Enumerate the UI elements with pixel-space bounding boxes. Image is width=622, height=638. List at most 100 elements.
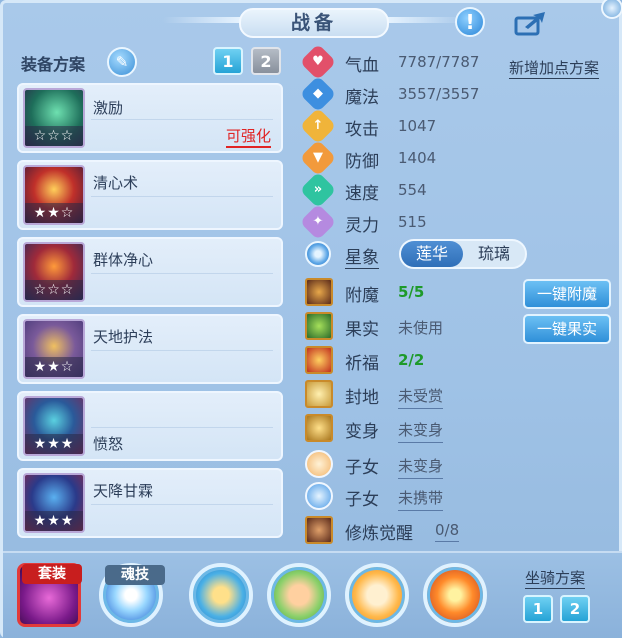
window-title: 战备 bbox=[239, 8, 389, 38]
stat-value: 554 bbox=[398, 181, 427, 199]
skill-stars: ★★☆ bbox=[25, 357, 83, 377]
burst-skill-button[interactable] bbox=[423, 563, 487, 627]
skill-row-fennu[interactable]: ★★★ 愤怒 bbox=[17, 391, 283, 461]
divider bbox=[91, 273, 273, 274]
one-click-enchant-button[interactable]: 一键附魔 bbox=[523, 279, 611, 309]
fruit-icon bbox=[305, 312, 333, 340]
divider bbox=[91, 427, 273, 428]
new-plan-link[interactable]: 新增加点方案 bbox=[509, 57, 600, 79]
stat-row-spirit: ✦ 灵力 515 bbox=[299, 203, 621, 241]
stat-row-mp: ◆ 魔法 3557/3557 bbox=[299, 75, 621, 113]
upgradable-link[interactable]: 可强化 bbox=[225, 125, 271, 148]
enh-value[interactable]: 未携带 bbox=[398, 487, 444, 511]
enh-value: 未使用 bbox=[398, 319, 444, 337]
help-button[interactable]: ! bbox=[455, 7, 485, 37]
edit-plan-button[interactable]: ✎ bbox=[107, 47, 137, 77]
enh-value: 2/2 bbox=[398, 351, 425, 369]
stat-value: 7787/7787 bbox=[398, 53, 480, 71]
enh-value[interactable]: 0/8 bbox=[435, 521, 460, 542]
heart-icon: ♥ bbox=[299, 43, 337, 81]
skill-name: 天降甘霖 bbox=[93, 482, 154, 500]
suit-button[interactable]: 套装 bbox=[17, 563, 82, 627]
fennu-skill-icon: ★★★ bbox=[23, 396, 85, 456]
tianjiang-skill-icon: ★★★ bbox=[23, 473, 85, 533]
toggle-option-lianhua[interactable]: 莲华 bbox=[401, 241, 463, 267]
palm-skill-button[interactable] bbox=[345, 563, 409, 627]
spirit-icon: ✦ bbox=[299, 203, 337, 241]
skill-name: 清心术 bbox=[93, 174, 139, 192]
share-button[interactable] bbox=[513, 9, 547, 37]
corner-ornament bbox=[601, 0, 622, 19]
mount-plan-label[interactable]: 坐骑方案 bbox=[525, 567, 586, 589]
enh-value: 5/5 bbox=[398, 283, 425, 301]
mount-plan-1-button[interactable]: 1 bbox=[523, 595, 553, 623]
pencil-icon: ✎ bbox=[115, 53, 129, 71]
xingxiang-toggle[interactable]: 莲华 琉璃 bbox=[399, 239, 527, 269]
share-icon bbox=[514, 12, 545, 36]
skill-stars: ★★★ bbox=[25, 511, 83, 531]
bottom-bar: 套装 魂技 坐骑方案 1 2 bbox=[3, 551, 622, 638]
skill-name: 群体净心 bbox=[93, 251, 154, 269]
enh-label: 封地 bbox=[345, 388, 379, 408]
transform-icon bbox=[305, 414, 333, 442]
xingxiang-label[interactable]: 星象 bbox=[345, 243, 379, 269]
qingxin-skill-icon: ★★☆ bbox=[23, 165, 85, 225]
blessing-icon bbox=[305, 346, 333, 374]
stat-label: 灵力 bbox=[345, 216, 379, 236]
stat-value: 1047 bbox=[398, 117, 437, 135]
stat-label: 攻击 bbox=[345, 120, 379, 140]
cultivation-icon bbox=[305, 516, 333, 544]
enh-value[interactable]: 未变身 bbox=[398, 455, 444, 479]
skill-list: ☆☆☆ 激励 可强化 ★★☆ 清心术 ☆☆☆ 群体净心 ★★☆ 天地护法 ★★★… bbox=[17, 83, 285, 545]
mount-plan-2-button[interactable]: 2 bbox=[560, 595, 590, 623]
divider bbox=[91, 350, 273, 351]
child-icon bbox=[305, 450, 333, 478]
xingxiang-row: 星象 莲华 琉璃 bbox=[301, 239, 621, 269]
stat-label: 魔法 bbox=[345, 88, 379, 108]
suit-label: 套装 bbox=[22, 564, 82, 584]
stat-value: 1404 bbox=[398, 149, 437, 167]
toggle-option-liuli[interactable]: 琉璃 bbox=[463, 241, 525, 267]
enh-value[interactable]: 未受赏 bbox=[398, 385, 444, 409]
soul-skill-label: 魂技 bbox=[105, 565, 165, 585]
stat-value: 515 bbox=[398, 213, 427, 231]
shield-icon: ▼ bbox=[299, 139, 337, 177]
stat-label: 防御 bbox=[345, 152, 379, 172]
skill-name: 愤怒 bbox=[93, 435, 124, 453]
dancer-skill-button[interactable] bbox=[189, 563, 253, 627]
skill-row-jili[interactable]: ☆☆☆ 激励 可强化 bbox=[17, 83, 283, 153]
stat-label: 速度 bbox=[345, 184, 379, 204]
stat-row-atk: ↑ 攻击 1047 bbox=[299, 107, 621, 145]
one-click-fruit-button[interactable]: 一键果实 bbox=[523, 314, 611, 344]
skill-row-qingxin[interactable]: ★★☆ 清心术 bbox=[17, 160, 283, 230]
equip-plan-1-button[interactable]: 1 bbox=[213, 47, 243, 75]
title-ornament-right bbox=[385, 17, 465, 23]
enh-row-bianshen: 变身 未变身 bbox=[301, 413, 621, 443]
skill-row-qunti[interactable]: ☆☆☆ 群体净心 bbox=[17, 237, 283, 307]
equip-plan-2-button[interactable]: 2 bbox=[251, 47, 281, 75]
divider bbox=[91, 196, 273, 197]
enh-label: 变身 bbox=[345, 422, 379, 442]
enh-label: 子女 bbox=[345, 458, 379, 478]
star-compass-icon bbox=[305, 241, 331, 267]
hand-skill-button[interactable] bbox=[267, 563, 331, 627]
enh-label: 子女 bbox=[345, 490, 379, 510]
main-window: 战备 ! 装备方案 ✎ 1 2 ☆☆☆ 激励 可强化 ★★☆ 清心术 ☆☆☆ 群… bbox=[0, 0, 622, 638]
enh-row-fengdi: 封地 未受赏 bbox=[301, 379, 621, 409]
title-ornament-left bbox=[163, 17, 243, 23]
enh-label: 果实 bbox=[345, 320, 379, 340]
paw-icon bbox=[305, 482, 333, 510]
mana-icon: ◆ bbox=[299, 75, 337, 113]
stat-row-spd: » 速度 554 bbox=[299, 171, 621, 209]
stat-row-def: ▼ 防御 1404 bbox=[299, 139, 621, 177]
skill-row-tianjiang[interactable]: ★★★ 天降甘霖 bbox=[17, 468, 283, 538]
soul-skill-button[interactable]: 魂技 bbox=[99, 563, 165, 627]
qunti-skill-icon: ☆☆☆ bbox=[23, 242, 85, 302]
skill-stars: ☆☆☆ bbox=[25, 280, 83, 300]
skill-stars: ☆☆☆ bbox=[25, 126, 83, 146]
skill-stars: ★★★ bbox=[25, 434, 83, 454]
skill-row-tiandi[interactable]: ★★☆ 天地护法 bbox=[17, 314, 283, 384]
stat-row-hp: ♥ 气血 7787/7787 新增加点方案 bbox=[299, 43, 621, 81]
enh-value[interactable]: 未变身 bbox=[398, 419, 444, 443]
jili-skill-icon: ☆☆☆ bbox=[23, 88, 85, 148]
